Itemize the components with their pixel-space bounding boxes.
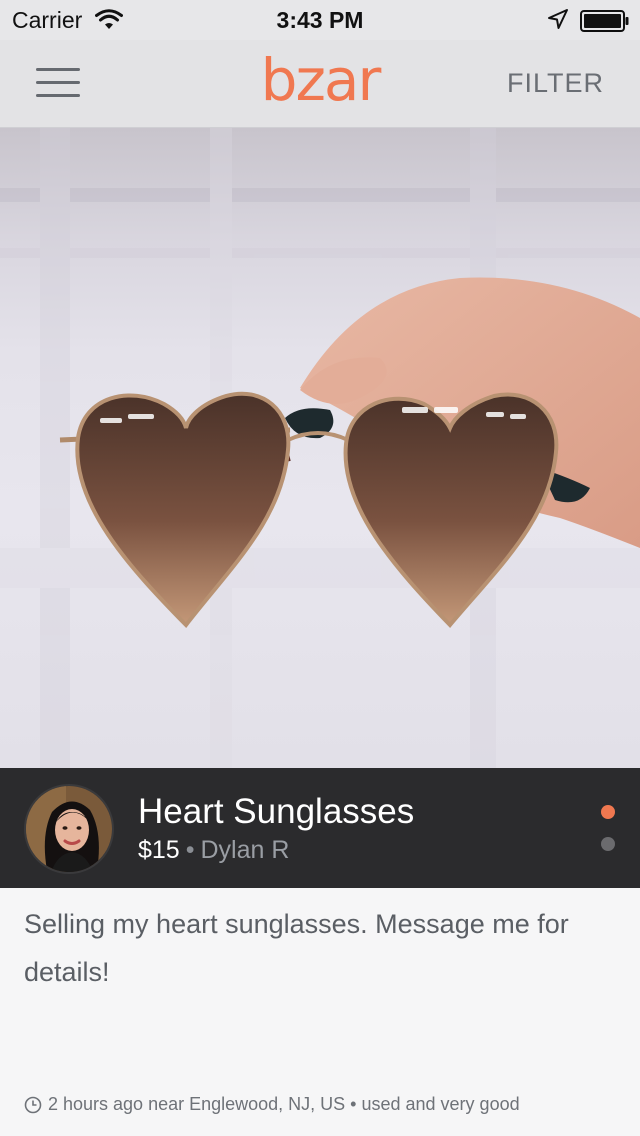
seller-avatar[interactable] [24, 784, 114, 874]
clock-icon [24, 1096, 42, 1113]
listing-footer: 2 hours ago near Englewood, NJ, US • use… [24, 1094, 520, 1115]
listing-price: $15 [138, 836, 180, 864]
listing-photo[interactable] [0, 128, 640, 768]
listing-info-bar: Heart Sunglasses $15 • Dylan R [0, 768, 640, 888]
navigation-bar: bzar FILTER [0, 40, 640, 128]
page-dot-active[interactable] [601, 805, 615, 819]
meta-separator: • [185, 836, 195, 864]
description-area: Selling my heart sunglasses. Message me … [0, 888, 640, 1136]
status-bar: Carrier 3:43 PM [0, 0, 640, 40]
seller-name[interactable]: Dylan R [200, 836, 289, 864]
page-dot[interactable] [601, 837, 615, 851]
clock-time: 3:43 PM [276, 7, 364, 33]
listing-description: Selling my heart sunglasses. Message me … [24, 909, 569, 987]
listing-title: Heart Sunglasses [138, 792, 415, 831]
battery-icon [580, 10, 630, 37]
listing-meta: $15 • Dylan R [138, 836, 289, 865]
location-arrow-icon [547, 8, 569, 35]
listing-footer-text: 2 hours ago near Englewood, NJ, US • use… [48, 1094, 520, 1114]
filter-button[interactable]: FILTER [507, 68, 604, 99]
